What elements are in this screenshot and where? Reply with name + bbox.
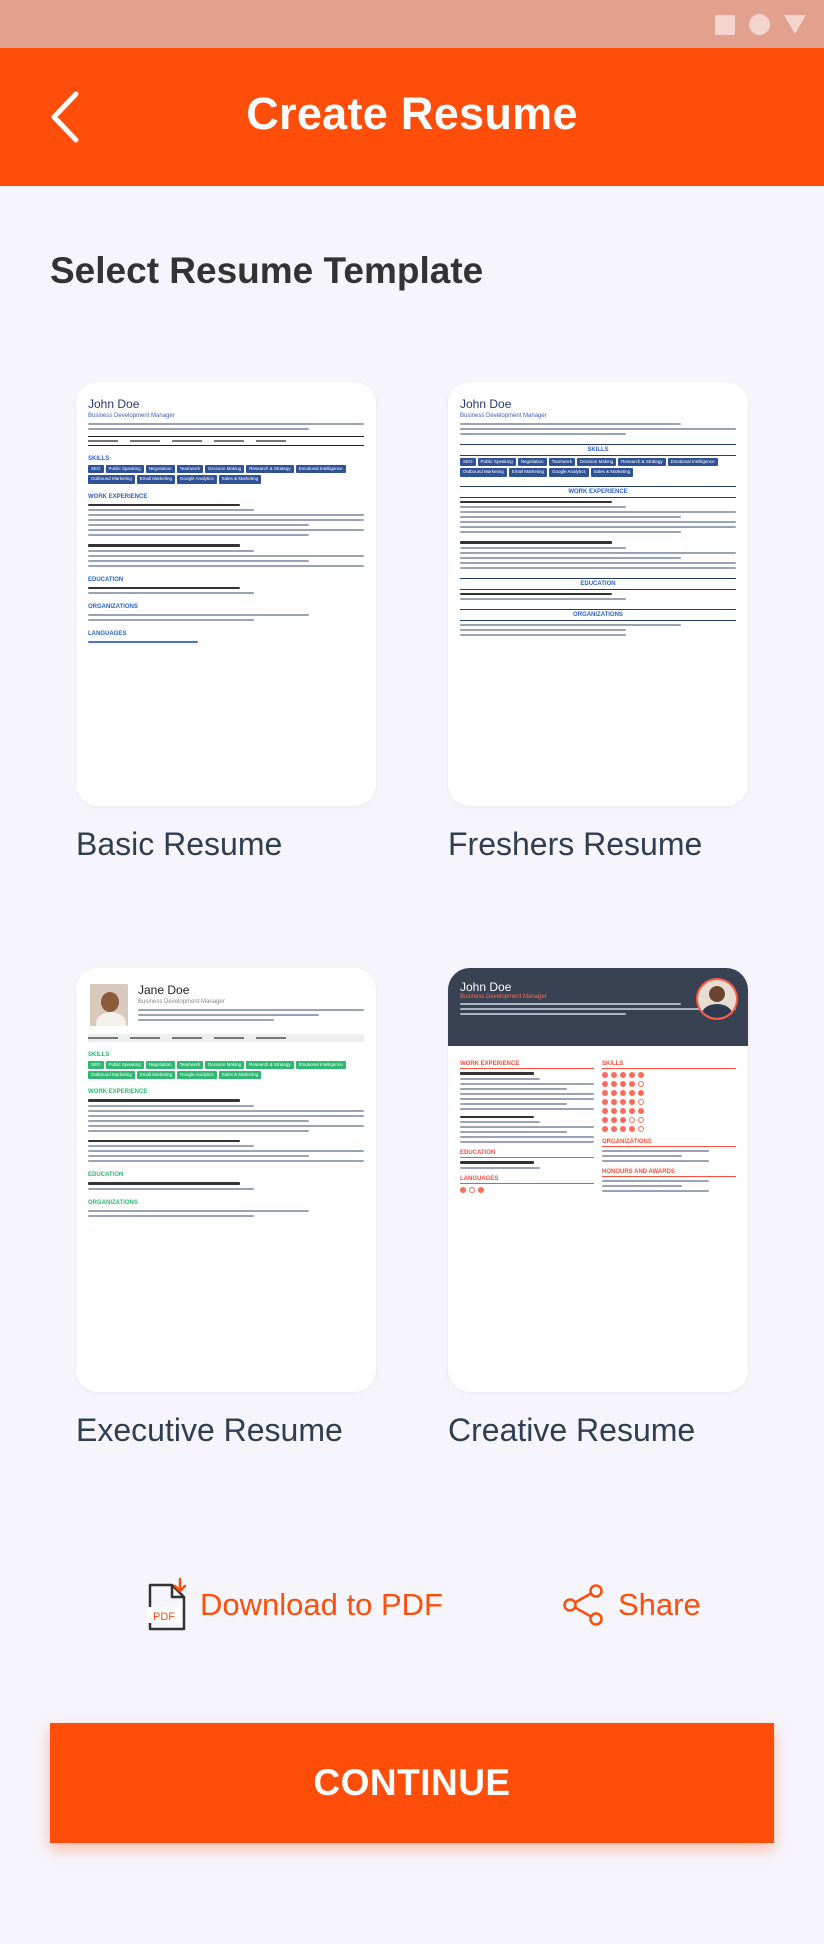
preview-section-heading: ORGANIZATIONS	[460, 609, 736, 622]
preview-section-heading: LANGUAGES	[460, 1175, 594, 1184]
preview-section-heading: SKILLS	[602, 1060, 736, 1070]
template-label-basic[interactable]: Basic Resume	[76, 826, 282, 863]
template-card-creative[interactable]: John Doe Business Development Manager WO…	[448, 968, 748, 1392]
preview-role: Business Development Manager	[460, 994, 547, 1000]
download-pdf-button[interactable]: PDF Download to PDF	[144, 1572, 443, 1638]
status-icons	[715, 14, 806, 35]
home-icon	[749, 14, 770, 35]
template-preview-header: John Doe Business Development Manager	[448, 968, 748, 1046]
pdf-download-icon: PDF	[147, 1577, 187, 1631]
preview-section-heading: ORGANIZATIONS	[88, 604, 138, 611]
preview-section-heading: WORK EXPERIENCE	[460, 485, 736, 498]
avatar	[88, 982, 130, 1028]
template-label-freshers[interactable]: Freshers Resume	[448, 826, 702, 863]
template-card-freshers[interactable]: John Doe Business Development Manager SK…	[448, 382, 748, 806]
preview-name: John Doe	[88, 397, 140, 411]
status-bar	[0, 0, 824, 48]
svg-text:PDF: PDF	[153, 1611, 175, 1623]
preview-section-heading: ORGANIZATIONS	[88, 1199, 138, 1206]
back-nav-icon	[784, 15, 806, 34]
continue-button[interactable]: CONTINUE	[50, 1723, 774, 1843]
template-preview: John Doe Business Development Manager SK…	[448, 382, 748, 653]
preview-section-heading: EDUCATION	[88, 576, 124, 583]
preview-role: Business Development Manager	[138, 999, 225, 1006]
template-preview: John Doe Business Development Manager SK…	[76, 382, 376, 660]
preview-section-heading: HONOURS AND AWARDS	[602, 1168, 736, 1178]
recent-apps-icon	[715, 14, 735, 35]
preview-section-heading: WORK EXPERIENCE	[88, 1089, 148, 1096]
preview-name: Jane Doe	[138, 983, 190, 997]
preview-section-heading: LANGUAGES	[88, 631, 127, 638]
preview-role: Business Development Manager	[88, 413, 175, 420]
action-row: PDF Download to PDF Share	[0, 1572, 824, 1638]
share-button[interactable]: Share	[562, 1572, 701, 1638]
template-label-creative[interactable]: Creative Resume	[448, 1412, 695, 1449]
app-bar: Create Resume	[0, 48, 824, 186]
preview-section-heading: SKILLS	[460, 444, 736, 457]
template-preview: Jane Doe Business Development Manager SK…	[76, 968, 376, 1234]
preview-name: John Doe	[460, 397, 512, 411]
page-title: Create Resume	[246, 88, 578, 139]
template-label-executive[interactable]: Executive Resume	[76, 1412, 343, 1449]
avatar	[696, 978, 738, 1020]
preview-section-heading: WORK EXPERIENCE	[460, 1060, 594, 1070]
share-label: Share	[618, 1587, 701, 1622]
download-pdf-label: Download to PDF	[200, 1587, 443, 1622]
share-icon	[563, 1584, 603, 1626]
template-card-executive[interactable]: Jane Doe Business Development Manager SK…	[76, 968, 376, 1392]
preview-section-heading: EDUCATION	[88, 1172, 124, 1179]
section-title: Select Resume Template	[50, 250, 484, 291]
preview-section-heading: EDUCATION	[460, 1149, 594, 1159]
preview-name: John Doe	[460, 980, 512, 994]
preview-role: Business Development Manager	[460, 413, 547, 420]
template-card-basic[interactable]: John Doe Business Development Manager SK…	[76, 382, 376, 806]
preview-section-heading: WORK EXPERIENCE	[88, 493, 148, 500]
preview-section-heading: ORGANIZATIONS	[602, 1138, 736, 1148]
preview-section-heading: SKILLS	[88, 456, 110, 463]
preview-section-heading: EDUCATION	[460, 577, 736, 590]
preview-section-heading: SKILLS	[88, 1052, 110, 1058]
template-preview: WORK EXPERIENCE EDUCATION LANGUAGES SKIL…	[448, 1046, 748, 1204]
